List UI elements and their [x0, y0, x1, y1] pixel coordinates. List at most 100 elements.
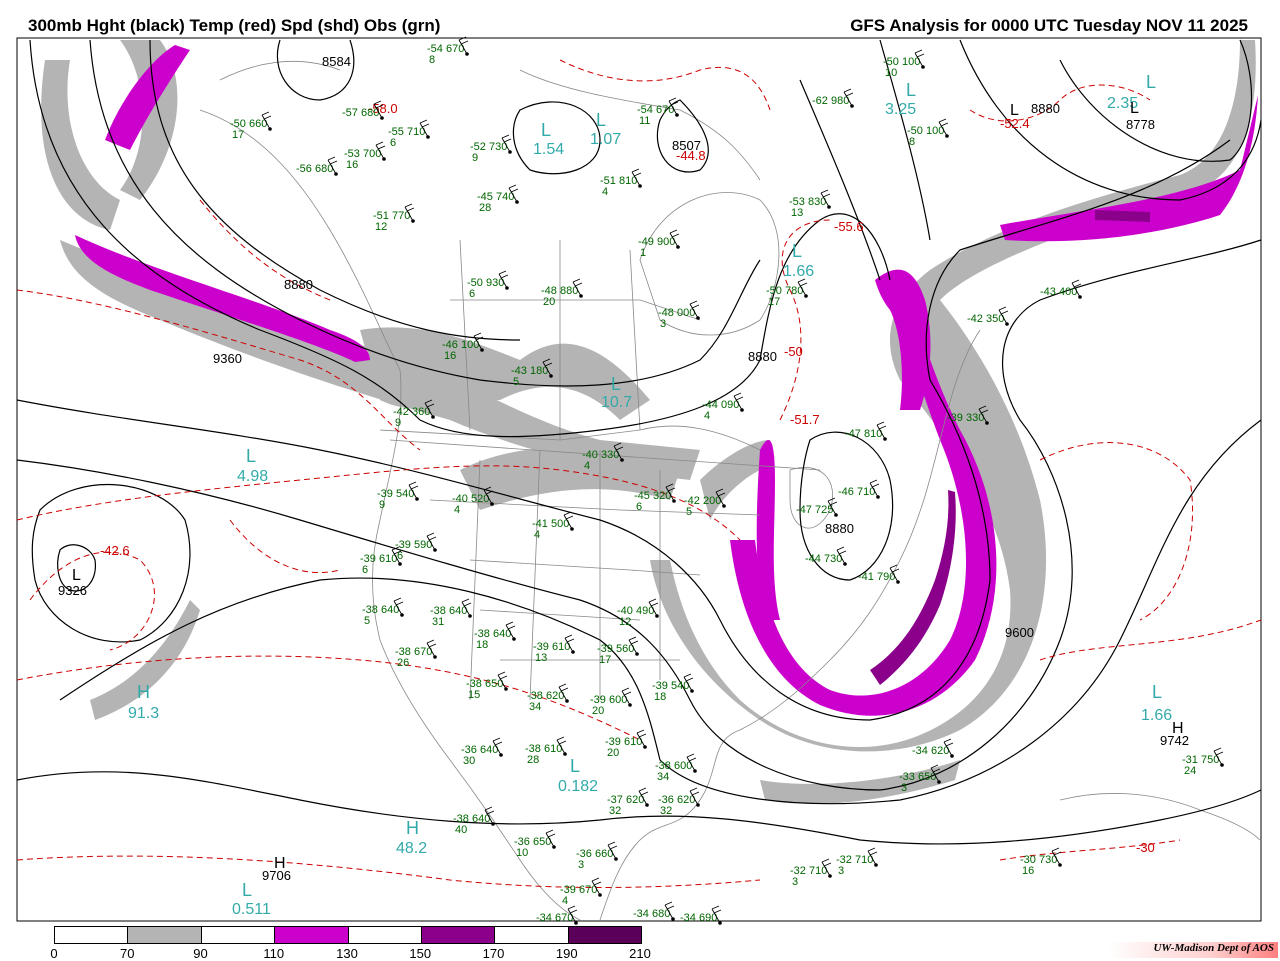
temp-contour	[1039, 442, 1194, 621]
station-obs: -38 60034	[655, 753, 697, 783]
station-obs: -39 5906	[395, 532, 437, 562]
height-contour	[512, 101, 601, 175]
obs-dewpoint-dep: 20	[543, 296, 555, 308]
station-obs: -62 980	[812, 88, 854, 108]
colorbar-segment	[128, 927, 202, 943]
station-obs: -34 680	[633, 901, 675, 921]
obs-dewpoint-dep: 17	[599, 654, 611, 666]
height-label: 9600	[1005, 625, 1034, 640]
station-obs: -36 64030	[461, 737, 503, 767]
temp-label: -51.7	[790, 412, 820, 427]
station-obs: -54 67011	[637, 97, 679, 127]
obs-dewpoint-dep: 10	[516, 847, 528, 859]
station-obs: -51 77012	[373, 203, 415, 233]
height-contour	[16, 771, 1262, 845]
station-obs: -46 710	[838, 479, 880, 499]
obs-dewpoint-dep: 3	[901, 782, 907, 794]
obs-dewpoint-dep: 4	[562, 895, 568, 907]
svg-text:H: H	[406, 818, 419, 838]
temp-contour	[559, 59, 771, 111]
obs-dewpoint-dep: 31	[432, 616, 444, 628]
station-obs: -39 6106	[360, 546, 402, 576]
station-obs: -42 350	[967, 306, 1009, 326]
low-center: L3.25	[885, 80, 916, 118]
station-obs: -38 6405	[362, 597, 404, 627]
obs-dewpoint-dep: 11	[639, 115, 650, 127]
coastline	[199, 109, 581, 921]
obs-temp-height: -44 730	[805, 553, 842, 565]
height-label: 8880	[284, 277, 313, 292]
station-obs: -55 7106	[388, 119, 430, 149]
colorbar-tick-label: 130	[336, 946, 358, 961]
credit-label: UW-Madison Dept of AOS	[1108, 942, 1278, 958]
height-label: 9360	[213, 351, 242, 366]
colorbar-segment	[495, 927, 569, 943]
station-obs: -50 10010	[883, 49, 925, 79]
obs-dewpoint-dep: 4	[534, 529, 540, 541]
temp-label: -55.6	[834, 219, 864, 234]
colorbar-segment	[348, 927, 422, 943]
station-obs: -40 49012	[617, 598, 659, 628]
station-obs: -38 64018	[474, 621, 516, 651]
obs-dewpoint-dep: 30	[463, 755, 475, 767]
svg-text:L: L	[1146, 72, 1156, 92]
svg-text:L: L	[570, 756, 580, 776]
obs-dewpoint-dep: 20	[592, 705, 604, 717]
obs-temp-height: -34 680	[633, 908, 670, 920]
svg-text:91.3: 91.3	[128, 705, 159, 722]
height-label: 8880	[825, 521, 854, 536]
temp-contour	[29, 551, 155, 651]
obs-dewpoint-dep: 5	[364, 615, 370, 627]
temp-contour	[229, 519, 341, 574]
station-obs: -39 60020	[590, 687, 632, 717]
obs-dewpoint-dep: 16	[444, 350, 456, 362]
high-center: H 48.2	[396, 818, 427, 857]
obs-temp-height: -34 620	[912, 745, 949, 757]
svg-text:0.182: 0.182	[558, 778, 598, 795]
svg-text:L: L	[1152, 682, 1162, 702]
obs-dewpoint-dep: 10	[885, 67, 897, 79]
svg-text:1.54: 1.54	[533, 141, 564, 158]
obs-dewpoint-dep: 34	[529, 701, 541, 713]
obs-dewpoint-dep: 9	[379, 499, 385, 511]
height-label: 9326	[58, 583, 87, 598]
svg-text:10.7: 10.7	[601, 394, 632, 411]
obs-dewpoint-dep: 26	[397, 657, 409, 669]
obs-dewpoint-dep: 32	[660, 805, 672, 817]
obs-dewpoint-dep: 8	[429, 54, 435, 66]
station-obs: -50 9306	[467, 270, 509, 300]
obs-dewpoint-dep: 17	[232, 129, 244, 141]
station-obs: -48 88020	[541, 278, 583, 308]
obs-dewpoint-dep: 3	[838, 865, 844, 877]
obs-dewpoint-dep: 13	[535, 652, 547, 664]
obs-dewpoint-dep: 6	[390, 137, 396, 149]
svg-text:3.25: 3.25	[885, 101, 916, 118]
station-obs: -53 70016	[344, 141, 386, 171]
obs-dewpoint-dep: 28	[479, 202, 491, 214]
obs-dewpoint-dep: 15	[468, 689, 480, 701]
obs-dewpoint-dep: 18	[654, 691, 666, 703]
obs-dewpoint-dep: 3	[792, 876, 798, 888]
station-obs: -32 7103	[790, 858, 832, 888]
svg-text:L: L	[596, 110, 606, 130]
coastline	[1059, 793, 1261, 841]
height-contour	[799, 79, 881, 281]
obs-temp-height: -34 670	[536, 912, 573, 924]
station-obs: -34 670	[536, 905, 578, 925]
height-label: 8778	[1126, 117, 1155, 132]
station-obs: -47 810	[845, 421, 887, 441]
svg-text:1.66: 1.66	[1141, 707, 1172, 724]
obs-temp-height: -46 710	[838, 486, 875, 498]
obs-temp-height: -57 680	[342, 107, 379, 119]
low-center: L 0.182	[558, 756, 598, 795]
colorbar-tick-label: 150	[409, 946, 432, 961]
low-center: L 1.66	[1141, 682, 1172, 724]
obs-dewpoint-dep: 16	[346, 159, 358, 171]
station-obs: -39 5409	[377, 481, 419, 511]
height-label: 8584	[322, 54, 351, 69]
obs-temp-height: -42 350	[967, 313, 1004, 325]
obs-dewpoint-dep: 4	[602, 186, 608, 198]
obs-dewpoint-dep: 1	[640, 247, 646, 259]
colorbar-tick-label: 70	[120, 946, 135, 961]
obs-dewpoint-dep: 4	[704, 410, 710, 422]
